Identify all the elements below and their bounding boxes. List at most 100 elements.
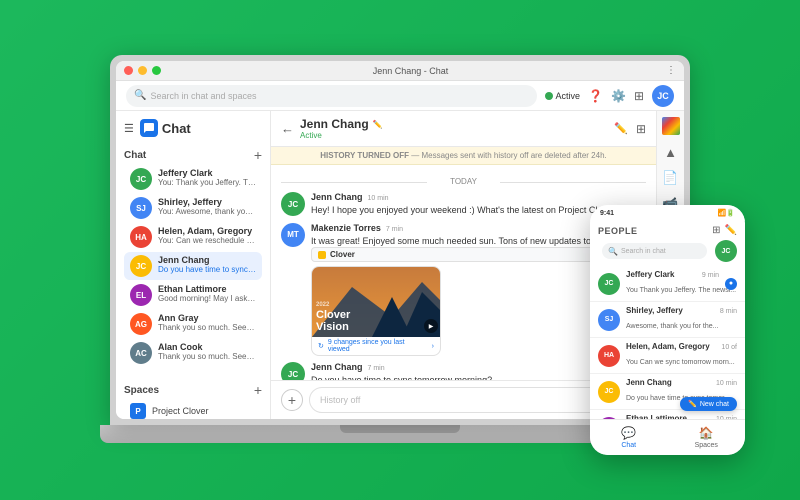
avatar: EL [130, 284, 152, 306]
message-avatar: JC [281, 192, 305, 216]
message-header: Jenn Chang 10 min [311, 192, 646, 202]
laptop-notch [340, 425, 460, 433]
chat-header: ← Jenn Chang ✏️ Active ✏️ ⊞ [271, 111, 656, 147]
drive-icon[interactable]: ▲ [664, 145, 677, 160]
phone-status-icons: 📶🔋 [718, 209, 735, 217]
avatar: JC [130, 168, 152, 190]
avatar: AG [130, 313, 152, 335]
sidebar-header: ☰ Chat [116, 111, 270, 143]
space-icon: P [130, 403, 146, 419]
docs-icon[interactable]: 📄 [662, 170, 678, 186]
chat-logo-text: Chat [162, 121, 191, 136]
list-item[interactable]: HA Helen, Adam, Gregory You: Can we resc… [124, 223, 262, 251]
edit-icon[interactable]: ✏️ [614, 122, 628, 136]
avatar: SJ [130, 197, 152, 219]
avatar: AC [130, 342, 152, 364]
media-title: 2022 CloverVision [316, 302, 350, 333]
close-button[interactable] [124, 66, 133, 75]
chat-contact-name: Jenn Chang ✏️ [300, 117, 608, 131]
phone-status-bar: 9:41 📶🔋 [590, 205, 745, 221]
chat-logo-icon [140, 119, 158, 137]
phone-bottom-nav: 💬 Chat 🏠 Spaces [590, 419, 745, 455]
pencil-icon: ✏️ [688, 400, 697, 408]
phone-header-icons: ⊞ ✏️ [712, 225, 737, 236]
apps-icon[interactable]: ⊞ [634, 89, 644, 103]
app-top-bar: 🔍 Search in chat and spaces Active ❓ ⚙️ … [116, 81, 684, 111]
list-item[interactable]: AC Alan Cook Thank you so much. See you … [124, 339, 262, 367]
add-space-button[interactable]: + [254, 382, 262, 398]
chat-section: Chat + JC Jeffery Clark You: Thank you J… [116, 143, 270, 370]
avatar: HA [130, 226, 152, 248]
spaces-section-title: Spaces [124, 385, 159, 396]
list-item-active[interactable]: JC Jenn Chang Do you have time to sync t… [124, 252, 262, 280]
list-item[interactable]: SJ Shirley, Jeffery You: Awesome, thank … [124, 194, 262, 222]
clover-changes-link[interactable]: ↻ 9 changes since you last viewed › [312, 337, 440, 355]
apps-grid-icon[interactable]: ⊞ [636, 122, 646, 136]
add-attachment-button[interactable]: + [281, 389, 303, 411]
list-item[interactable]: EL Ethan Lattimore Good morning! May I a… [124, 281, 262, 309]
avatar: JC [598, 381, 620, 403]
add-chat-button[interactable]: + [254, 147, 262, 163]
phone-grid-icon[interactable]: ⊞ [712, 225, 720, 236]
phone-user-avatar[interactable]: JC [715, 240, 737, 262]
chat-logo: Chat [140, 119, 191, 137]
media-thumbnail: 2022 CloverVision ▶ [312, 267, 441, 337]
window-title: Jenn Chang - Chat [166, 66, 655, 76]
phone-edit-icon[interactable]: ✏️ [725, 225, 737, 236]
title-bar: Jenn Chang - Chat ⋮ [116, 61, 684, 81]
sidebar: ☰ Chat Chat + [116, 111, 271, 419]
chat-header-actions: ✏️ ⊞ [614, 122, 646, 136]
chat-header-info: Jenn Chang ✏️ Active [300, 117, 608, 140]
question-icon[interactable]: ❓ [588, 89, 603, 103]
date-divider: TODAY [281, 177, 646, 186]
clover-icon [318, 251, 326, 259]
maximize-button[interactable] [152, 66, 161, 75]
list-item[interactable]: AG Ann Gray Thank you so much. See you t… [124, 310, 262, 338]
spaces-section: Spaces + P Project Clover T Team leads [116, 378, 270, 419]
user-avatar[interactable]: JC [652, 85, 674, 107]
phone-list-item[interactable]: HA Helen, Adam, Gregory 10 of You Can we… [590, 338, 745, 374]
phone-overlay: 9:41 📶🔋 PEOPLE ⊞ ✏️ 🔍 Search in chat JC … [590, 205, 745, 455]
search-icon: 🔍 [134, 90, 146, 101]
traffic-lights [124, 66, 161, 75]
phone-list-item[interactable]: JC Jeffery Clark 9 min You Thank you Jef… [590, 266, 745, 302]
phone-search-bar[interactable]: 🔍 Search in chat [602, 243, 707, 259]
phone-list-item[interactable]: EL Ethan Lattimore 10 min Good morning! … [590, 410, 745, 419]
phone-app-header: 🔍 Search in chat JC [590, 238, 745, 266]
phone-people-header: PEOPLE ⊞ ✏️ [590, 221, 745, 238]
message-avatar: MT [281, 223, 305, 247]
search-bar[interactable]: 🔍 Search in chat and spaces [126, 85, 537, 107]
hamburger-icon[interactable]: ☰ [124, 122, 134, 135]
media-card[interactable]: 2022 CloverVision ▶ ↻ 9 changes since yo… [311, 266, 441, 356]
phone-list-item[interactable]: SJ Shirley, Jeffery 8 min Awesome, thank… [590, 302, 745, 338]
window-menu[interactable]: ⋮ [660, 65, 676, 76]
avatar: JC [130, 255, 152, 277]
new-chat-button[interactable]: ✏️ New chat [680, 397, 737, 411]
scene: Jenn Chang - Chat ⋮ 🔍 Search in chat and… [40, 25, 760, 475]
settings-icon[interactable]: ⚙️ [611, 89, 626, 103]
message-avatar: JC [281, 362, 305, 380]
active-badge: Active [545, 91, 581, 101]
top-bar-actions: Active ❓ ⚙️ ⊞ JC [545, 85, 674, 107]
chat-nav-icon: 💬 [621, 426, 636, 440]
avatar: JC [598, 273, 620, 295]
chat-section-title: Chat [124, 150, 146, 161]
active-dot [545, 92, 553, 100]
back-button[interactable]: ← [281, 121, 294, 136]
list-item[interactable]: JC Jeffery Clark You: Thank you Jeffery.… [124, 165, 262, 193]
message: JC Jenn Chang 10 min Hey! I hope you enj… [281, 192, 646, 217]
history-banner: HISTORY TURNED OFF — Messages sent with … [271, 147, 656, 165]
item-content: Jeffery Clark 9 min You Thank you Jeffer… [626, 270, 719, 297]
avatar: SJ [598, 309, 620, 331]
google-apps-icon[interactable] [662, 117, 680, 135]
minimize-button[interactable] [138, 66, 147, 75]
item-content: Shirley, Jeffery 8 min Awesome, thank yo… [626, 306, 737, 333]
avatar: HA [598, 345, 620, 367]
phone-nav-chat[interactable]: 💬 Chat [590, 426, 668, 449]
search-input-placeholder: Search in chat and spaces [150, 91, 256, 101]
unread-badge: ● [725, 278, 737, 290]
phone-search-icon: 🔍 [608, 247, 618, 256]
phone-nav-spaces[interactable]: 🏠 Spaces [668, 426, 746, 449]
chat-status: Active [300, 131, 608, 140]
space-item[interactable]: P Project Clover [124, 400, 262, 419]
